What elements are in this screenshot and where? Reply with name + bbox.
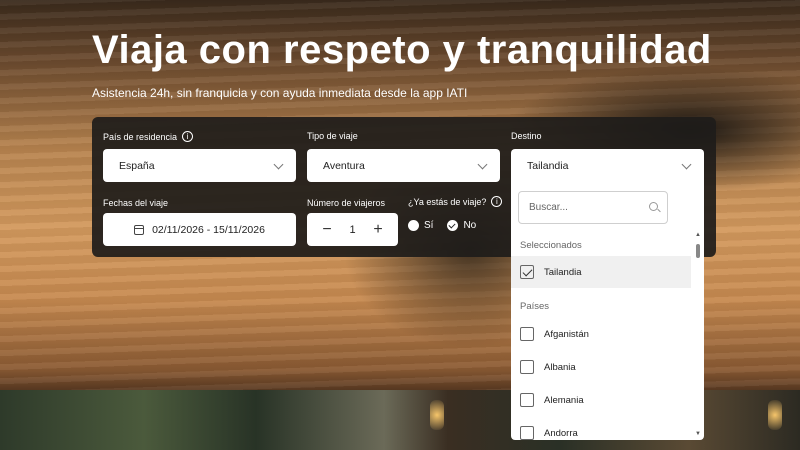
dates-value: 02/11/2026 - 15/11/2026 <box>152 223 265 236</box>
page-title: Viaja con respeto y tranquilidad <box>92 28 712 72</box>
trip-type-value: Aventura <box>323 159 365 172</box>
checkbox[interactable] <box>520 327 534 341</box>
checkbox[interactable] <box>520 426 534 440</box>
travelers-stepper[interactable]: − 1 + <box>307 213 398 246</box>
selected-section-header: Seleccionados <box>520 240 582 251</box>
dates-label-text: Fechas del viaje <box>103 198 169 208</box>
list-item-label: Andorra <box>544 427 578 439</box>
radio-label: No <box>463 220 477 231</box>
scroll-down-icon[interactable]: ▼ <box>695 431 701 437</box>
page-subtitle: Asistencia 24h, sin franquicia y con ayu… <box>92 86 468 100</box>
list-item-label: Tailandia <box>544 266 582 278</box>
list-item-label: Afganistán <box>544 328 589 340</box>
residence-label: País de residencia i <box>103 131 194 142</box>
list-item-country[interactable]: Afganistán <box>511 318 691 350</box>
info-icon[interactable]: i <box>491 196 503 207</box>
scrollbar-thumb[interactable] <box>696 244 700 258</box>
checkbox[interactable] <box>520 360 534 374</box>
radio-label: Sí <box>424 220 434 231</box>
list-item-country[interactable]: Andorra <box>511 417 691 440</box>
increment-button[interactable]: + <box>372 221 384 239</box>
residence-select[interactable]: España <box>103 149 296 182</box>
search-input[interactable]: Buscar... <box>518 191 668 224</box>
search-icon <box>649 202 658 211</box>
dropdown-scrollbar[interactable]: ▲ ▼ <box>694 232 702 437</box>
scroll-up-icon[interactable]: ▲ <box>695 232 701 238</box>
search-placeholder: Buscar... <box>529 202 568 213</box>
travelers-label-text: Número de viajeros <box>307 198 386 208</box>
lantern-light <box>430 400 444 430</box>
checkbox[interactable] <box>520 393 534 407</box>
radio-button-checked[interactable] <box>447 220 459 231</box>
radio-yes[interactable]: Sí <box>408 220 433 231</box>
destination-label: Destino <box>511 131 542 141</box>
trip-type-select[interactable]: Aventura <box>307 149 500 182</box>
dates-picker[interactable]: 02/11/2026 - 15/11/2026 <box>103 213 296 246</box>
radio-no[interactable]: No <box>447 220 476 231</box>
dates-label: Fechas del viaje <box>103 198 168 208</box>
chevron-down-icon <box>477 159 488 170</box>
residence-value: España <box>119 159 155 172</box>
list-item-label: Alemania <box>544 394 584 406</box>
lantern-light <box>768 400 782 430</box>
travelers-count: 1 <box>349 223 356 236</box>
already-traveling-label-text: ¿Ya estás de viaje? <box>408 196 487 207</box>
checkbox-checked[interactable] <box>520 265 534 279</box>
destination-label-text: Destino <box>511 131 542 141</box>
destination-select[interactable]: Tailandia <box>511 149 704 182</box>
destination-value: Tailandia <box>527 159 569 172</box>
trip-type-label: Tipo de viaje <box>307 131 358 141</box>
radio-button[interactable] <box>408 220 419 231</box>
travelers-label: Número de viajeros <box>307 198 385 208</box>
info-icon[interactable]: i <box>182 131 194 142</box>
already-traveling-label: ¿Ya estás de viaje? i <box>408 196 503 207</box>
trip-type-label-text: Tipo de viaje <box>307 131 358 141</box>
decrement-button[interactable]: − <box>321 221 333 239</box>
list-item-tailandia[interactable]: Tailandia <box>511 256 691 288</box>
calendar-icon <box>134 224 145 235</box>
list-item-country[interactable]: Alemania <box>511 384 691 416</box>
list-item-label: Albania <box>544 361 576 373</box>
chevron-down-icon <box>273 159 284 170</box>
countries-section-header: Países <box>520 301 550 312</box>
destination-dropdown: Buscar... Seleccionados Tailandia Países… <box>511 182 704 440</box>
already-traveling-radio-group: Sí No <box>408 220 476 231</box>
list-item-country[interactable]: Albania <box>511 351 691 383</box>
chevron-down-icon <box>681 159 692 170</box>
residence-label-text: País de residencia <box>103 131 178 142</box>
